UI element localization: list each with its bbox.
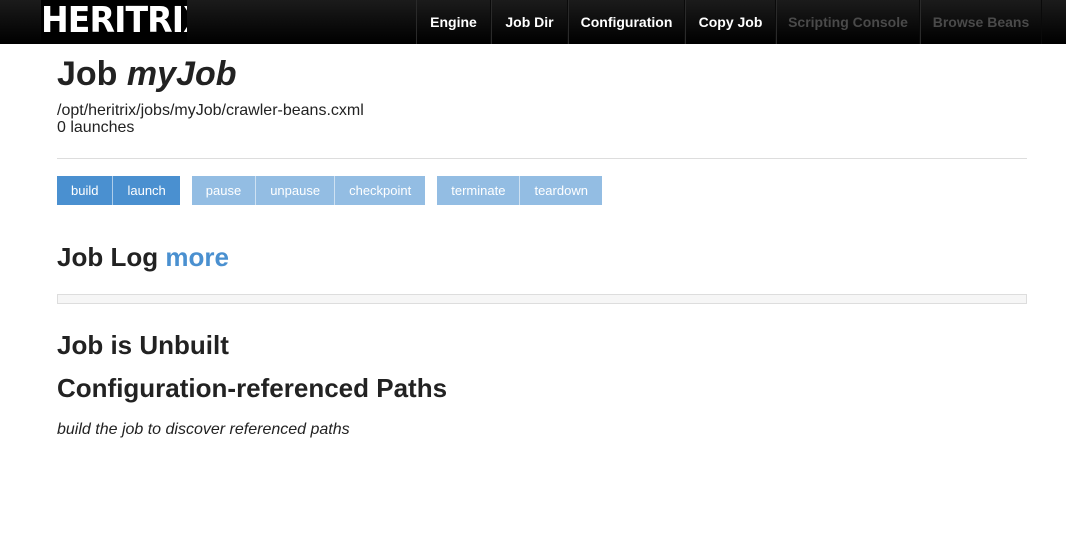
- job-summary: Job myJob /opt/heritrix/jobs/myJob/crawl…: [57, 52, 1027, 159]
- referenced-paths-heading: Configuration-referenced Paths: [57, 373, 448, 403]
- unpause-button[interactable]: unpause: [256, 176, 336, 205]
- terminate-group: terminate teardown: [437, 176, 602, 205]
- launch-button[interactable]: launch: [113, 176, 180, 205]
- divider: [57, 158, 1027, 159]
- job-log-more-link[interactable]: more: [165, 242, 229, 272]
- page-title: Job myJob: [57, 52, 1027, 96]
- job-log-heading: Job Log more: [57, 240, 229, 274]
- job-launch-count: 0 launches: [57, 119, 135, 136]
- logo-text: HERITRIX: [41, 0, 187, 41]
- job-config-path: /opt/heritrix/jobs/myJob/crawler-beans.c…: [57, 102, 364, 119]
- nav-engine[interactable]: Engine: [416, 0, 491, 44]
- main-nav: Engine Job Dir Configuration Copy Job Sc…: [416, 0, 1042, 44]
- job-status-heading: Job is Unbuilt: [57, 330, 229, 360]
- pause-button[interactable]: pause: [191, 176, 257, 205]
- page-title-prefix: Job: [57, 55, 118, 93]
- top-nav-bar: HERITRIX Engine Job Dir Configuration Co…: [0, 0, 1066, 44]
- referenced-paths-note: build the job to discover referenced pat…: [57, 421, 350, 438]
- nav-browse-beans: Browse Beans: [920, 0, 1042, 44]
- build-launch-group: build launch: [57, 176, 180, 205]
- checkpoint-button[interactable]: checkpoint: [335, 176, 426, 205]
- job-name: myJob: [126, 55, 237, 93]
- nav-copy-job[interactable]: Copy Job: [685, 0, 776, 44]
- job-log-box: [57, 294, 1027, 304]
- teardown-button[interactable]: teardown: [520, 176, 602, 205]
- nav-configuration[interactable]: Configuration: [568, 0, 685, 44]
- build-button[interactable]: build: [57, 176, 114, 205]
- job-log-title: Job Log: [57, 242, 159, 272]
- pause-group: pause unpause checkpoint: [191, 176, 426, 205]
- heritrix-logo[interactable]: HERITRIX: [41, 0, 187, 44]
- nav-job-dir[interactable]: Job Dir: [491, 0, 568, 44]
- terminate-button[interactable]: terminate: [437, 176, 521, 205]
- nav-scripting-console: Scripting Console: [776, 0, 920, 44]
- job-action-buttons: build launch pause unpause checkpoint te…: [57, 176, 614, 205]
